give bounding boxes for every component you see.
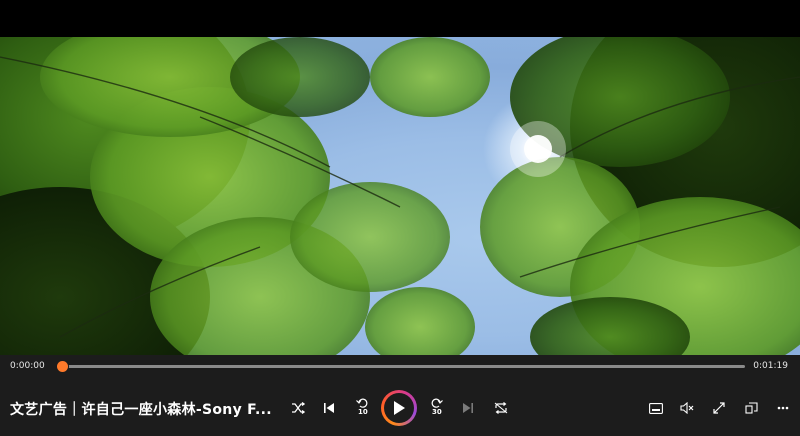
seek-bar-row: 0:00:00 0:01:19 bbox=[0, 355, 800, 379]
skip-forward-30-button[interactable]: 30 bbox=[428, 396, 446, 418]
video-frame[interactable] bbox=[0, 37, 800, 355]
repeat-button[interactable] bbox=[492, 400, 510, 416]
more-options-button[interactable] bbox=[774, 400, 792, 416]
fullscreen-button[interactable] bbox=[710, 400, 728, 416]
play-button-inner bbox=[384, 393, 414, 423]
next-button[interactable] bbox=[460, 400, 476, 416]
fullscreen-icon bbox=[713, 402, 725, 414]
seek-bar[interactable] bbox=[57, 361, 745, 372]
skip-back-label: 10 bbox=[358, 408, 368, 416]
skip-forward-icon bbox=[431, 398, 443, 408]
skip-forward-label: 30 bbox=[432, 408, 442, 416]
player-controls: 0:00:00 0:01:19 文艺广告｜许自己一座小森林-Sony F... bbox=[0, 355, 800, 436]
previous-icon bbox=[324, 403, 334, 413]
miniplayer-button[interactable] bbox=[647, 400, 665, 416]
volume-button[interactable] bbox=[678, 400, 696, 416]
cast-button[interactable] bbox=[742, 400, 760, 416]
play-button[interactable] bbox=[381, 390, 417, 426]
total-duration: 0:01:19 bbox=[753, 361, 788, 371]
play-icon bbox=[394, 401, 405, 415]
seek-bar-thumb[interactable] bbox=[57, 361, 69, 372]
repeat-off-icon bbox=[494, 402, 508, 414]
video-content-trees bbox=[0, 37, 800, 355]
video-title: 文艺广告｜许自己一座小森林-Sony F... bbox=[10, 402, 272, 418]
more-icon bbox=[777, 406, 789, 410]
shuffle-icon bbox=[292, 402, 305, 414]
skip-back-icon bbox=[356, 398, 368, 408]
miniplayer-icon bbox=[649, 402, 663, 414]
volume-mute-icon bbox=[680, 402, 694, 414]
current-time: 0:00:00 bbox=[10, 361, 45, 371]
next-icon bbox=[463, 403, 473, 413]
shuffle-button[interactable] bbox=[289, 400, 307, 416]
previous-button[interactable] bbox=[321, 400, 337, 416]
cast-icon bbox=[744, 402, 758, 414]
media-player-window: 0:00:00 0:01:19 文艺广告｜许自己一座小森林-Sony F... bbox=[0, 0, 800, 436]
skip-back-10-button[interactable]: 10 bbox=[353, 396, 371, 418]
